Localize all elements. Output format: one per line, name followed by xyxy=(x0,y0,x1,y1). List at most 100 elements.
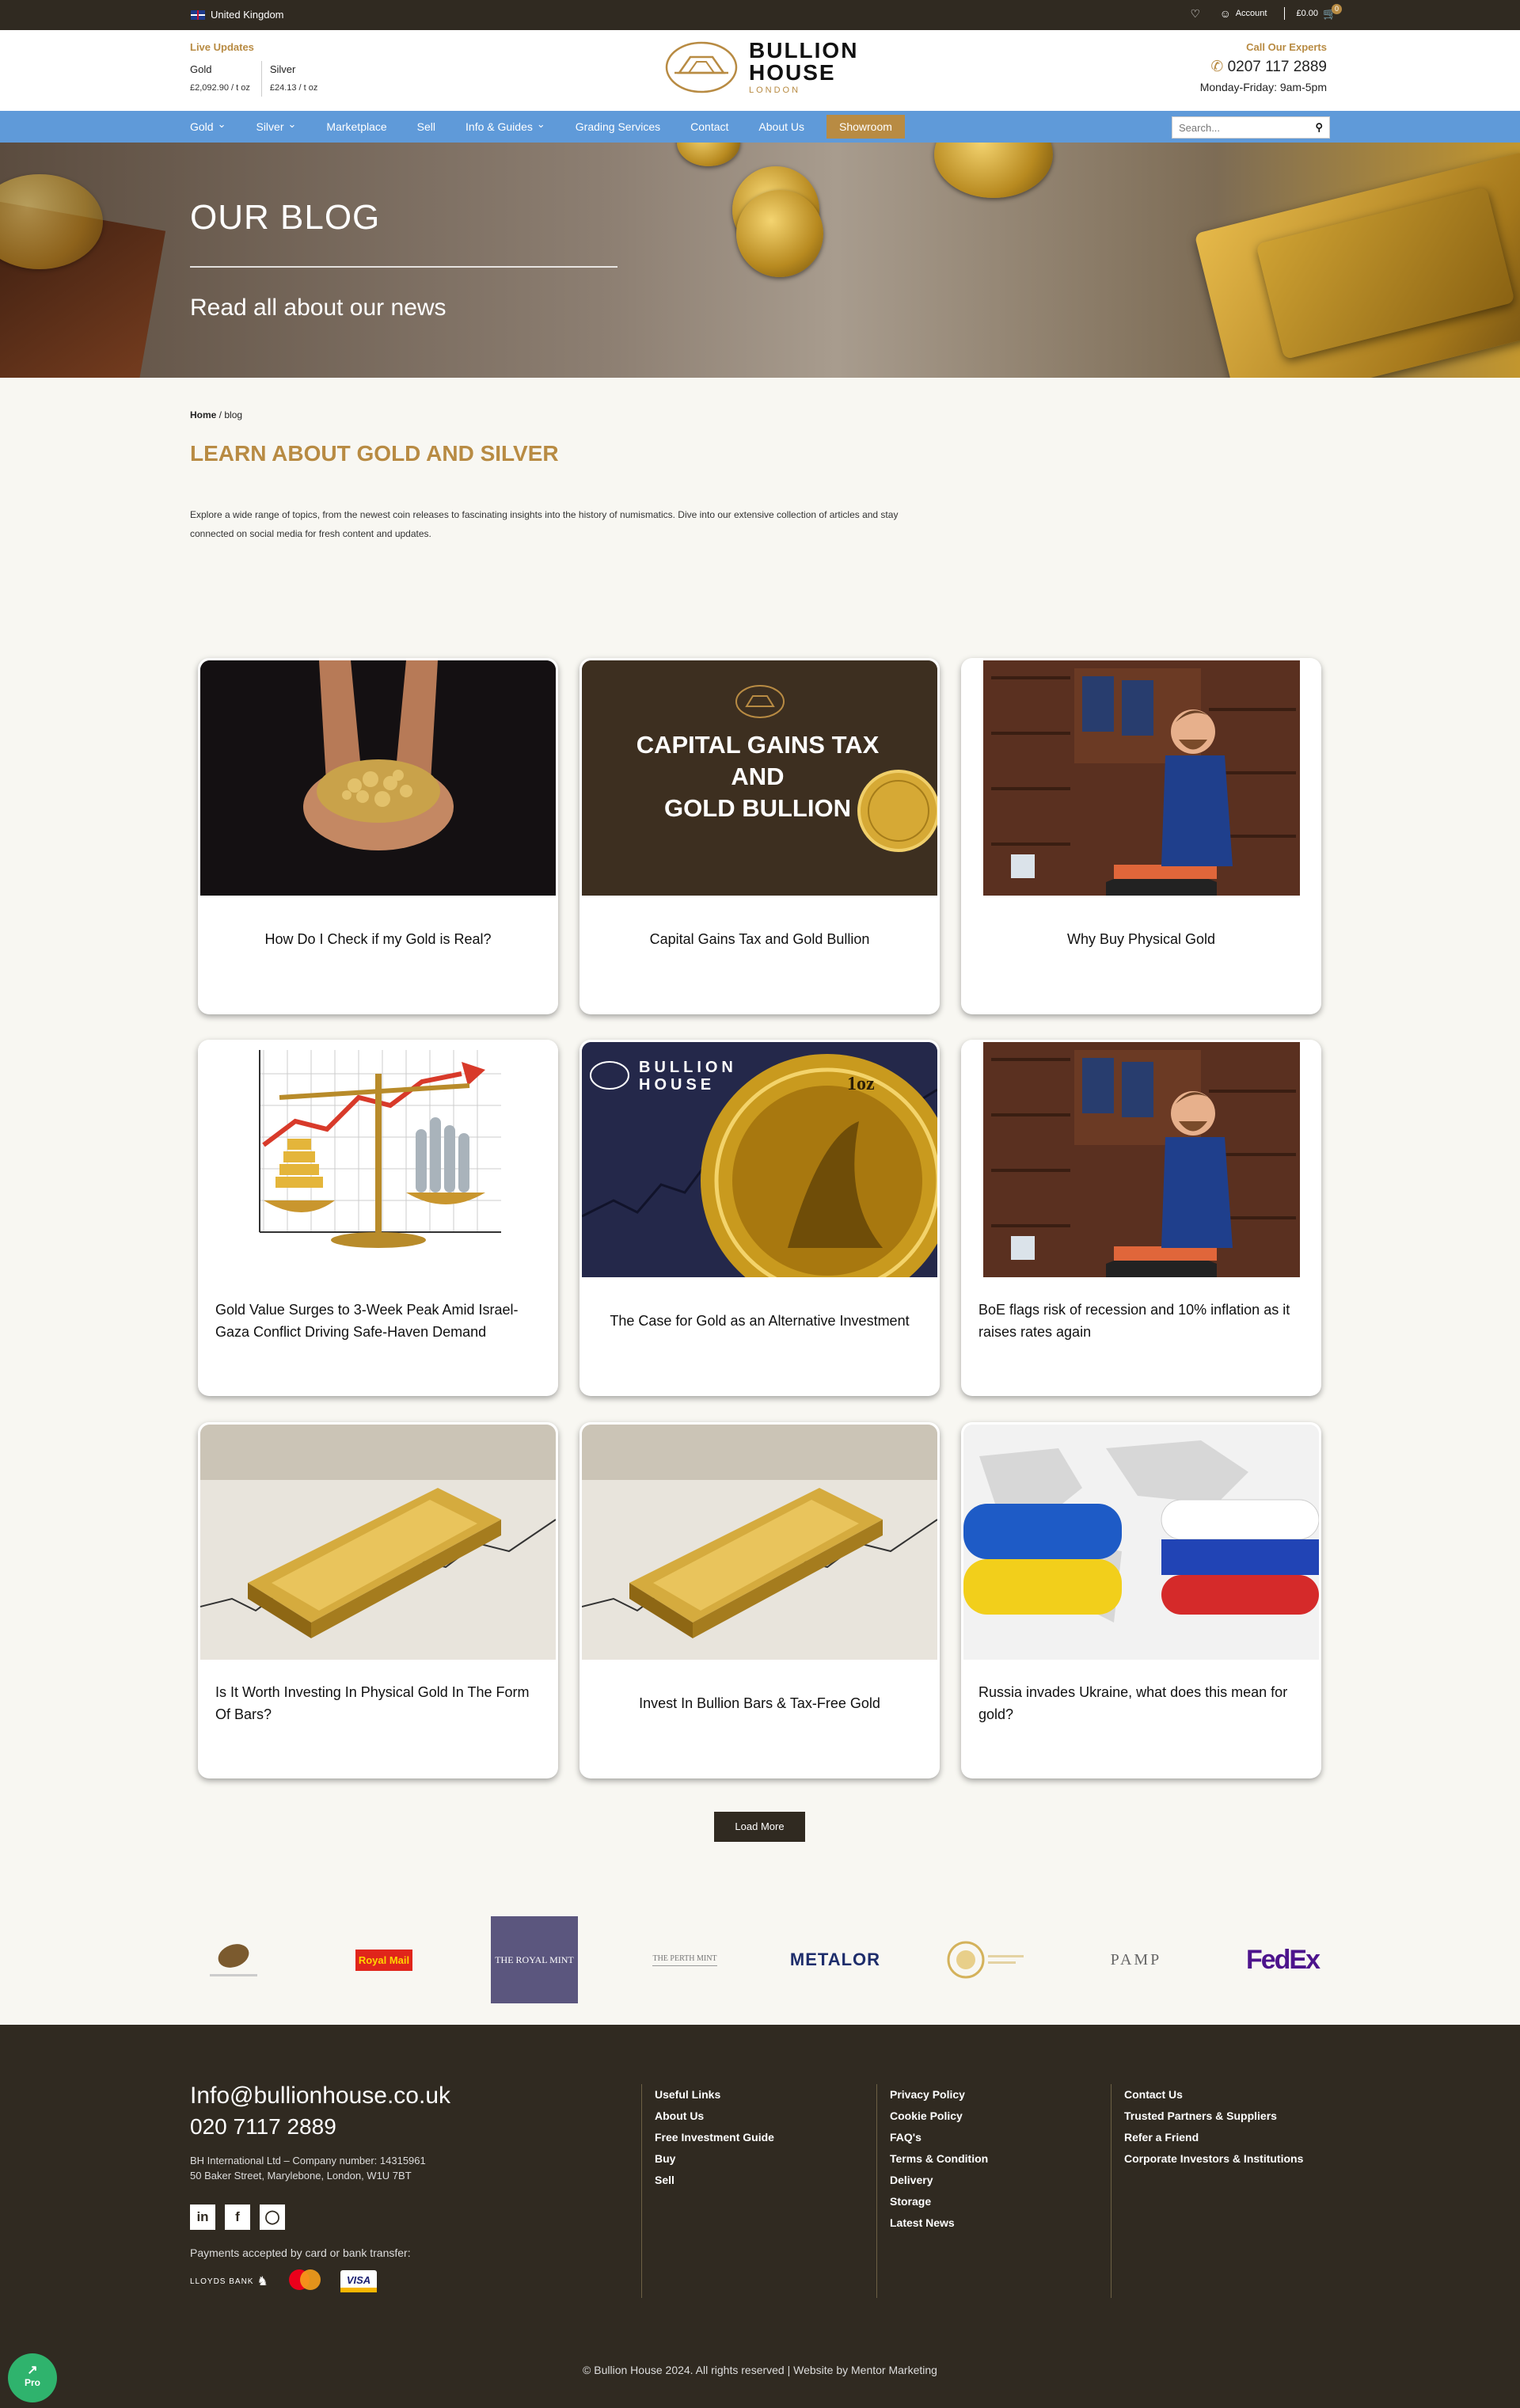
footer-link[interactable]: Storage xyxy=(890,2191,988,2212)
nav-item-info-guides[interactable]: Info & Guides ⌄ xyxy=(466,118,545,133)
blog-card[interactable]: Is It Worth Investing In Physical Gold I… xyxy=(198,1422,558,1778)
footer-link[interactable]: Latest News xyxy=(890,2212,988,2234)
blog-card[interactable]: Gold Value Surges to 3-Week Peak Amid Is… xyxy=(198,1040,558,1396)
blog-card-image[interactable] xyxy=(200,660,556,896)
footer-link[interactable]: Privacy Policy xyxy=(890,2084,988,2106)
company-info: BH International Ltd – Company number: 1… xyxy=(190,2153,426,2183)
blog-card[interactable]: BoE flags risk of recession and 10% infl… xyxy=(961,1040,1321,1396)
image-text-line: CAPITAL GAINS TAX xyxy=(636,731,880,759)
footer-link[interactable]: Contact Us xyxy=(1124,2084,1303,2106)
cart-total: £0.00 xyxy=(1296,9,1318,18)
blog-card[interactable]: Why Buy Physical Gold xyxy=(961,658,1321,1014)
nav-item-showroom[interactable]: Showroom xyxy=(826,115,905,139)
pro-badge[interactable]: ↗ Pro xyxy=(8,2353,57,2402)
account-link[interactable]: ☺ Account xyxy=(1219,7,1267,20)
nav-item-sell[interactable]: Sell xyxy=(417,120,435,133)
hero-banner: OUR BLOG Read all about our news xyxy=(0,143,1520,378)
search-icon[interactable]: ⚲ xyxy=(1315,121,1323,134)
lloyds-bank-logo: LLOYDS BANK ♞ xyxy=(190,2273,269,2289)
image-text-line: HOUSE xyxy=(639,1076,715,1094)
pro-badge-label: Pro xyxy=(24,2377,40,2388)
hero-divider xyxy=(190,266,618,268)
header-phone[interactable]: ✆ 0207 117 2889 xyxy=(1200,58,1327,76)
nav-item-grading-services[interactable]: Grading Services xyxy=(576,120,660,133)
site-logo[interactable]: BULLION HOUSE LONDON xyxy=(663,40,858,95)
footer-link[interactable]: FAQ's xyxy=(890,2127,988,2148)
blog-card[interactable]: CAPITAL GAINS TAX AND GOLD BULLION Capit… xyxy=(580,658,940,1014)
account-label: Account xyxy=(1235,9,1267,18)
blog-card-title[interactable]: Is It Worth Investing In Physical Gold I… xyxy=(198,1660,558,1747)
mastercard-icon xyxy=(288,2269,321,2290)
footer-email[interactable]: Info@bullionhouse.co.uk xyxy=(190,2083,450,2109)
partner-logo-pamp: PAMP xyxy=(1100,1916,1172,2003)
nav-item-label: Silver xyxy=(256,120,284,133)
opening-hours: Monday-Friday: 9am-5pm xyxy=(1199,81,1327,93)
footer-link[interactable]: Buy xyxy=(655,2148,774,2170)
pamp-logo: PAMP xyxy=(1110,1950,1162,1969)
footer-col-useful-links: Useful Links About Us Free Investment Guid… xyxy=(641,2084,774,2298)
blog-card-image[interactable] xyxy=(582,1425,937,1660)
blog-card-title[interactable]: The Case for Gold as an Alternative Inve… xyxy=(580,1277,940,1364)
silver-price-block: Silver £24.13 / t oz xyxy=(260,61,329,97)
hero-coin xyxy=(736,190,823,277)
footer-link[interactable]: Cookie Policy xyxy=(890,2106,988,2127)
blog-card-title[interactable]: Invest In Bullion Bars & Tax-Free Gold xyxy=(580,1660,940,1747)
blog-card-image[interactable] xyxy=(963,1425,1319,1660)
footer-link[interactable]: Sell xyxy=(655,2170,774,2191)
blog-card-image[interactable]: CAPITAL GAINS TAX AND GOLD BULLION xyxy=(582,660,937,896)
blog-card-title[interactable]: Gold Value Surges to 3-Week Peak Amid Is… xyxy=(198,1277,558,1364)
blog-card-title[interactable]: How Do I Check if my Gold is Real? xyxy=(198,896,558,983)
blog-card[interactable]: Invest In Bullion Bars & Tax-Free Gold xyxy=(580,1422,940,1778)
blog-card-image[interactable]: 1oz BULLION HOUSE xyxy=(582,1042,937,1277)
nav-item-label: About Us xyxy=(758,120,804,133)
region-label: United Kingdom xyxy=(211,9,284,21)
blog-card-image[interactable] xyxy=(963,660,1319,896)
cart-count-badge: 0 xyxy=(1332,4,1342,14)
nav-item-contact[interactable]: Contact xyxy=(690,120,728,133)
footer-link[interactable]: Terms & Condition xyxy=(890,2148,988,2170)
blog-card-title[interactable]: Russia invades Ukraine, what does this m… xyxy=(961,1660,1321,1747)
fedex-logo: FedEx xyxy=(1245,1944,1320,1976)
wishlist-heart-icon[interactable]: ♡ xyxy=(1189,7,1202,20)
company-number: BH International Ltd – Company number: 1… xyxy=(190,2155,426,2166)
blog-card[interactable]: How Do I Check if my Gold is Real? xyxy=(198,658,558,1014)
blog-card-title[interactable]: Why Buy Physical Gold xyxy=(961,896,1321,983)
gold-crest-logo-icon xyxy=(947,1941,1024,1979)
partner-logo-coin xyxy=(194,1916,273,2003)
chevron-down-icon: ⌄ xyxy=(287,118,297,130)
search-box[interactable]: Search... ⚲ xyxy=(1172,116,1330,139)
blog-card[interactable]: Russia invades Ukraine, what does this m… xyxy=(961,1422,1321,1778)
search-input[interactable]: Search... xyxy=(1179,122,1220,134)
nav-item-marketplace[interactable]: Marketplace xyxy=(326,120,386,133)
footer-link[interactable]: Trusted Partners & Suppliers xyxy=(1124,2106,1303,2127)
footer-link[interactable]: Free Investment Guide xyxy=(655,2127,774,2148)
linkedin-icon[interactable]: in xyxy=(190,2204,215,2230)
svg-text:VISA: VISA xyxy=(347,2274,370,2286)
footer-link[interactable]: About Us xyxy=(655,2106,774,2127)
blog-card-image[interactable] xyxy=(200,1042,556,1277)
breadcrumb-home[interactable]: Home xyxy=(190,409,216,420)
hero-title: OUR BLOG xyxy=(190,198,381,237)
company-address: 50 Baker Street, Marylebone, London, W1U… xyxy=(190,2170,412,2182)
blog-card-title[interactable]: Capital Gains Tax and Gold Bullion xyxy=(580,896,940,983)
nav-item-about-us[interactable]: About Us xyxy=(758,120,804,133)
footer-phone[interactable]: 020 7117 2889 xyxy=(190,2114,336,2140)
nav-item-silver[interactable]: Silver ⌄ xyxy=(256,118,297,133)
facebook-icon[interactable]: f xyxy=(225,2204,250,2230)
blog-card[interactable]: 1oz BULLION HOUSE The Case for Gold as a… xyxy=(580,1040,940,1396)
partner-logo-perth-mint: THE PERTH MINT xyxy=(637,1916,732,2003)
fedex-logo-text: FedEx xyxy=(1245,1944,1320,1975)
nav-item-gold[interactable]: Gold ⌄ xyxy=(190,118,226,133)
load-more-button[interactable]: Load More xyxy=(714,1812,805,1842)
partner-logo-fedex: FedEx xyxy=(1235,1916,1330,2003)
footer-link[interactable]: Refer a Friend xyxy=(1124,2127,1303,2148)
blog-card-image[interactable] xyxy=(200,1425,556,1660)
blog-card-title[interactable]: BoE flags risk of recession and 10% infl… xyxy=(961,1277,1321,1364)
instagram-icon[interactable]: ◯ xyxy=(260,2204,285,2230)
region-selector[interactable]: United Kingdom xyxy=(191,9,284,21)
blog-card-image[interactable] xyxy=(963,1042,1319,1277)
footer-link[interactable]: Corporate Investors & Institutions xyxy=(1124,2148,1303,2170)
horse-icon: ♞ xyxy=(256,2275,269,2288)
footer-link[interactable]: Delivery xyxy=(890,2170,988,2191)
cart-button[interactable]: £0.00 🛒 0 xyxy=(1284,4,1342,20)
